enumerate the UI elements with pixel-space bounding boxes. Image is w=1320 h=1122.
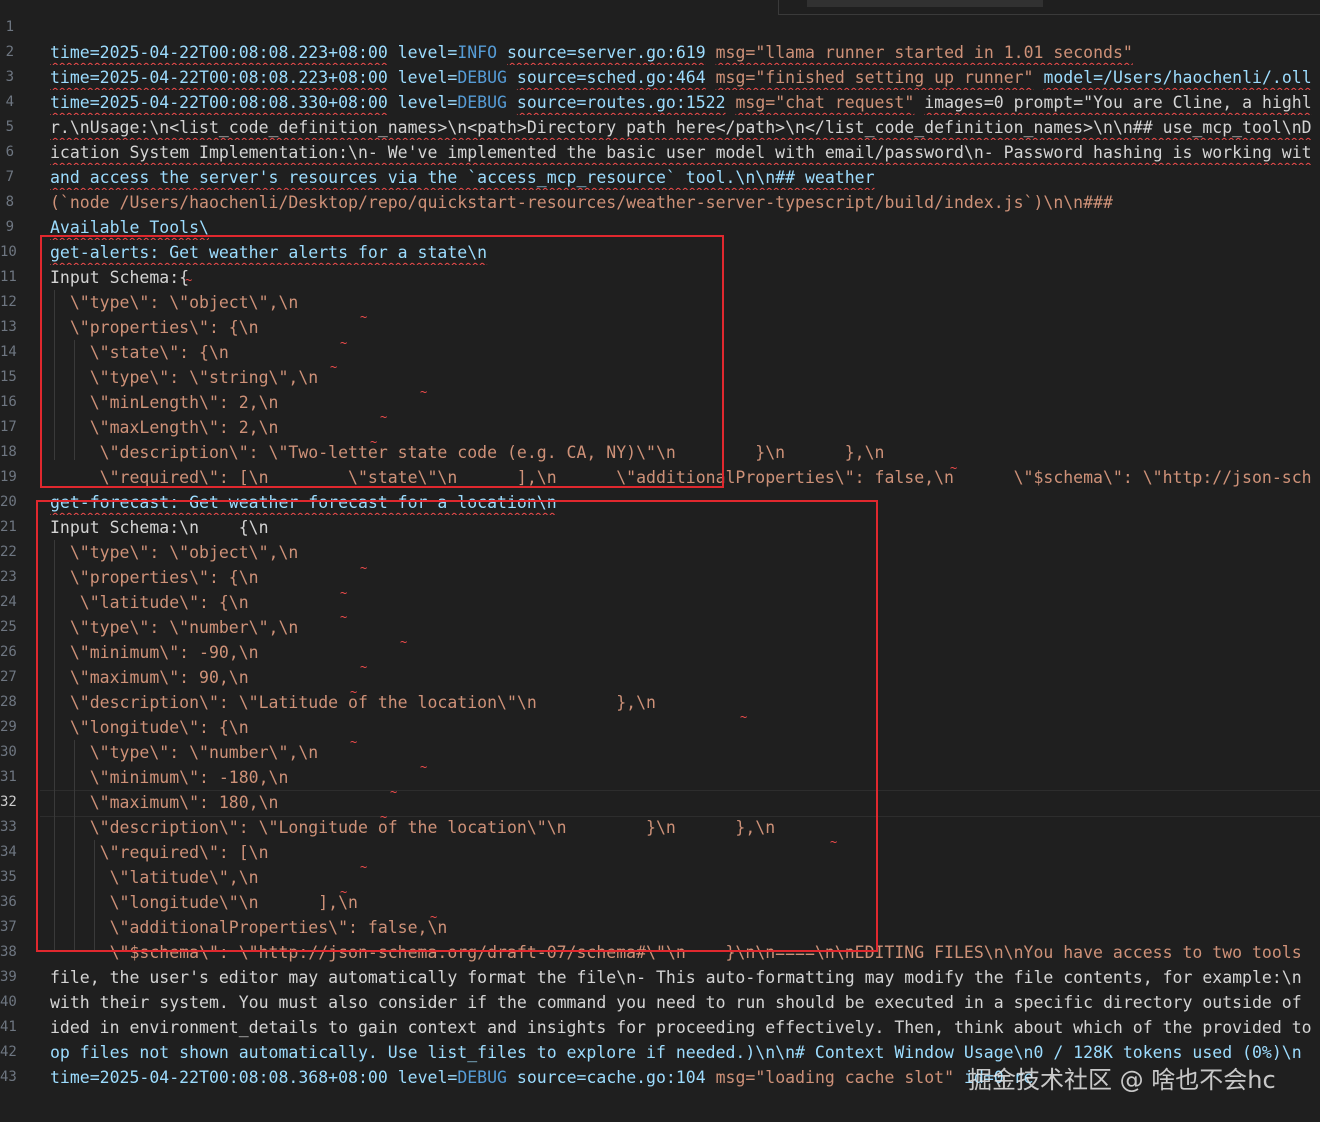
squiggle-mark: ~ <box>950 461 958 475</box>
code-line-40: with their system. You must also conside… <box>50 993 1302 1012</box>
code-line-7: and access the server's resources via th… <box>50 168 875 187</box>
code-line-4: time=2025-04-22T00:08:08.330+08:00 level… <box>50 93 1312 112</box>
highlight-box-get-forecast <box>36 500 878 952</box>
code-line-2: time=2025-04-22T00:08:08.223+08:00 level… <box>50 43 1133 62</box>
code-line-41: ided in environment_details to gain cont… <box>50 1018 1312 1037</box>
code-line-5: r.\nUsage:\n<list_code_definition_names>… <box>50 118 1312 137</box>
code-line-8: (`node /Users/haochenli/Desktop/repo/qui… <box>50 193 1113 212</box>
code-line-3: time=2025-04-22T00:08:08.223+08:00 level… <box>50 68 1312 87</box>
watermark-text: 掘金技术社区 @ 啥也不会hc <box>968 1066 1276 1094</box>
code-line-6: ication System Implementation:\n- We've … <box>50 143 1312 162</box>
code-line-39: file, the user's editor may automaticall… <box>50 968 1302 987</box>
highlight-box-get-alerts <box>40 235 724 488</box>
